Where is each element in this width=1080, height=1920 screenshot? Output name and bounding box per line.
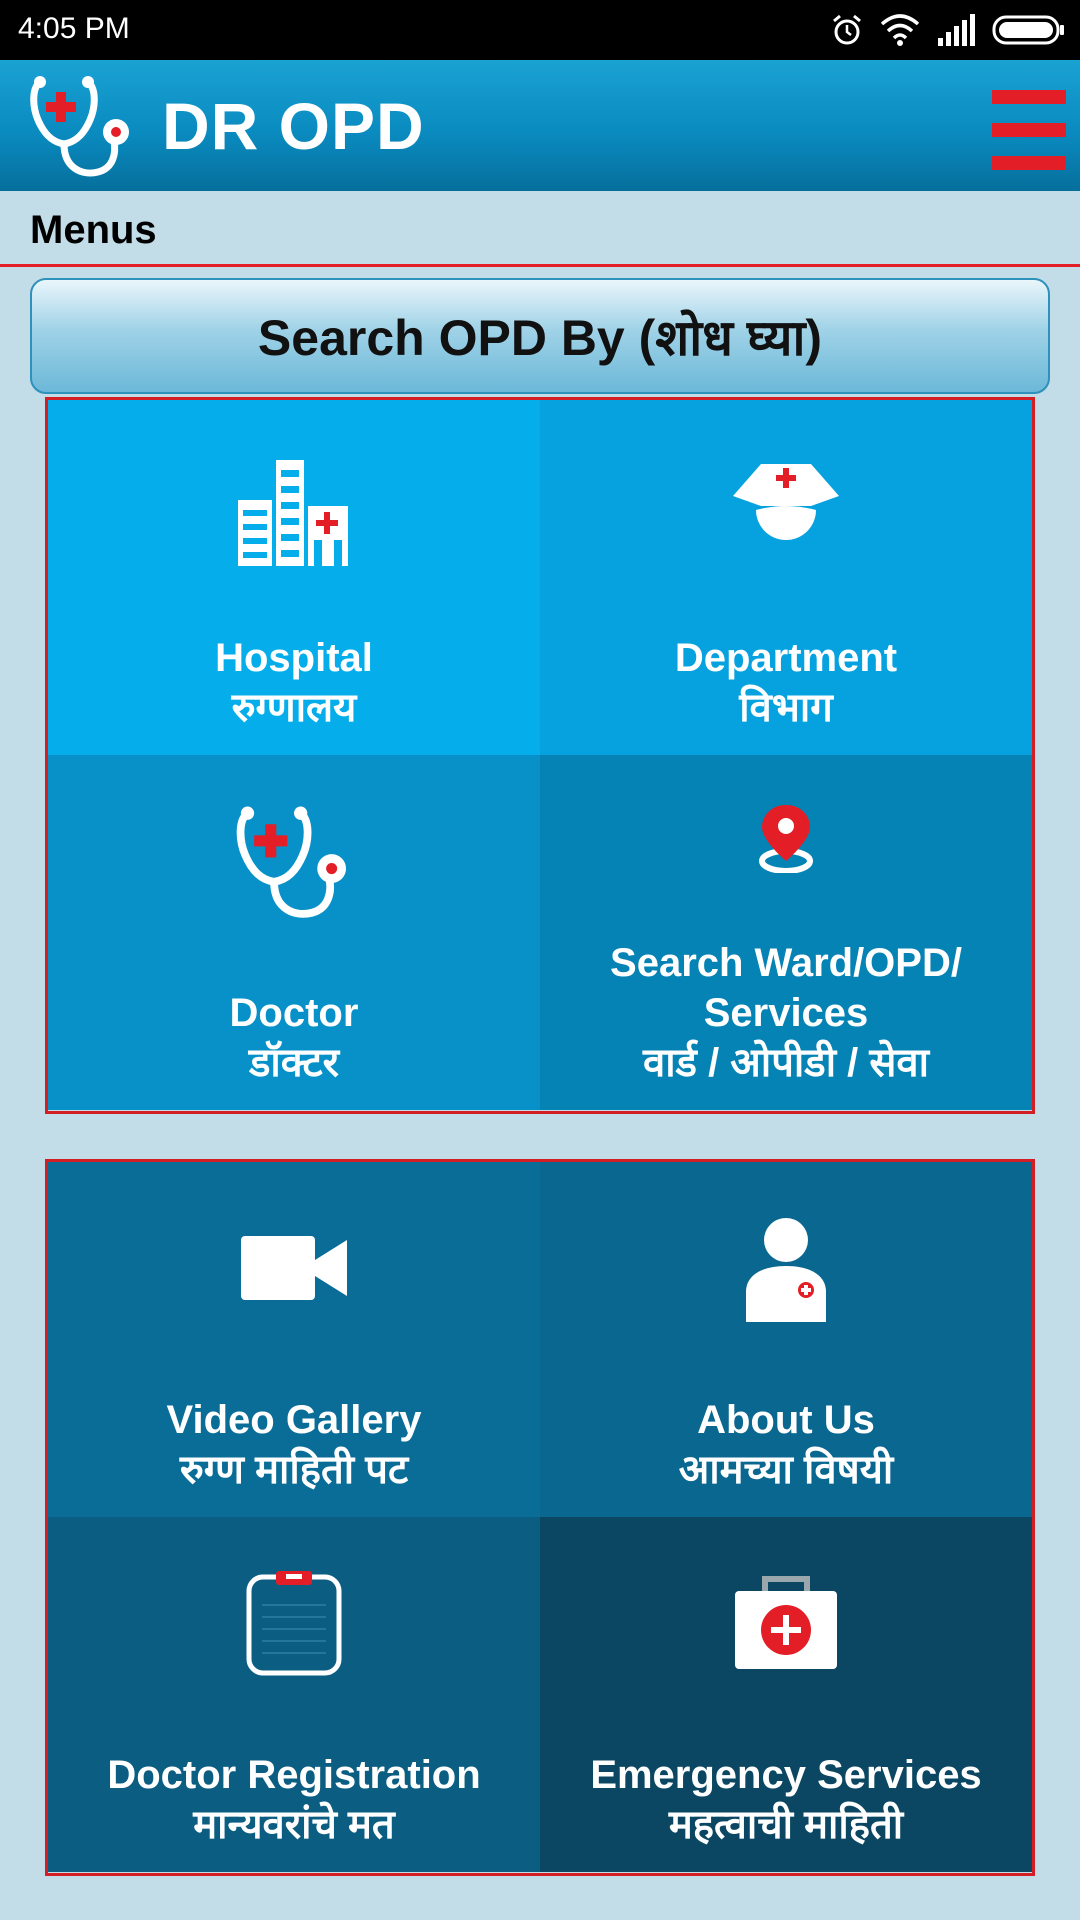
info-menu-grid: Video Gallery रुग्ण माहिती पट About Us आ… [45, 1159, 1035, 1876]
tile-label-en: Hospital [215, 636, 373, 680]
tile-doctor-registration[interactable]: Doctor Registration मान्यवरांचे मत [48, 1517, 540, 1872]
tile-about-us[interactable]: About Us आमच्या विषयी [540, 1162, 1032, 1517]
status-icons [830, 10, 1066, 50]
tile-label-mr: वार्ड / ओपीडी / सेवा [642, 1041, 930, 1085]
status-time: 4:05 PM [18, 12, 130, 45]
tile-label: Department विभाग [540, 633, 1032, 733]
tile-label-mr: मान्यवरांचे मत [193, 1803, 395, 1847]
tile-label-mr: डॉक्टर [248, 1041, 340, 1085]
search-opd-banner: Search OPD By (शोध घ्या) [30, 278, 1050, 394]
tile-label-mr: आमच्या विषयी [678, 1448, 894, 1492]
user-medical-icon [746, 1218, 826, 1322]
tile-department[interactable]: Department विभाग [540, 400, 1032, 755]
clipboard-icon [246, 1571, 342, 1676]
tile-label-en: Department [674, 636, 898, 680]
tile-label-en: Search Ward/OPD/ Services [610, 941, 962, 1035]
first-aid-kit-icon [735, 1576, 837, 1669]
hamburger-menu-icon[interactable] [992, 88, 1066, 172]
tile-label-en: About Us [697, 1398, 875, 1442]
tile-label-en: Video Gallery [166, 1398, 422, 1442]
tile-label: Emergency Services महत्वाची माहिती [540, 1750, 1032, 1850]
tile-label: Video Gallery रुग्ण माहिती पट [48, 1395, 540, 1495]
battery-icon [992, 15, 1064, 45]
menus-heading: Menus [30, 208, 157, 252]
divider [0, 264, 1080, 267]
wifi-icon [880, 14, 920, 46]
stethoscope-icon [236, 806, 347, 918]
tile-label-en: Doctor Registration [107, 1753, 481, 1797]
tile-search-ward[interactable]: Search Ward/OPD/ Services वार्ड / ओपीडी … [540, 755, 1032, 1110]
tile-label-mr: रुग्ण माहिती पट [179, 1448, 409, 1492]
tile-label: Search Ward/OPD/ Services वार्ड / ओपीडी … [540, 938, 1032, 1088]
app-title: DR OPD [162, 89, 425, 163]
stethoscope-logo-icon [30, 76, 129, 177]
tile-emergency-services[interactable]: Emergency Services महत्वाची माहिती [540, 1517, 1032, 1872]
tile-label-mr: महत्वाची माहिती [668, 1803, 904, 1847]
hospital-building-icon [238, 460, 348, 566]
tile-label-en: Emergency Services [590, 1753, 982, 1797]
location-pin-icon [759, 805, 813, 873]
video-camera-icon [241, 1236, 347, 1300]
tile-label: Doctor डॉक्टर [48, 988, 540, 1088]
tile-video-gallery[interactable]: Video Gallery रुग्ण माहिती पट [48, 1162, 540, 1517]
tile-label-en: Doctor [229, 991, 359, 1035]
nurse-cap-icon [733, 464, 839, 540]
tile-hospital[interactable]: Hospital रुग्णालय [48, 400, 540, 755]
tile-label: Doctor Registration मान्यवरांचे मत [48, 1750, 540, 1850]
app-bar: DR OPD [0, 60, 1080, 191]
tile-label: About Us आमच्या विषयी [540, 1395, 1032, 1495]
search-menu-grid: Hospital रुग्णालय Department विभाग Docto… [45, 397, 1035, 1114]
status-bar: 4:05 PM [0, 0, 1080, 60]
tile-label-mr: रुग्णालय [231, 686, 357, 730]
tile-label: Hospital रुग्णालय [48, 633, 540, 733]
alarm-icon [833, 14, 861, 45]
tile-doctor[interactable]: Doctor डॉक्टर [48, 755, 540, 1110]
tile-label-mr: विभाग [739, 686, 833, 730]
signal-icon [938, 14, 975, 46]
